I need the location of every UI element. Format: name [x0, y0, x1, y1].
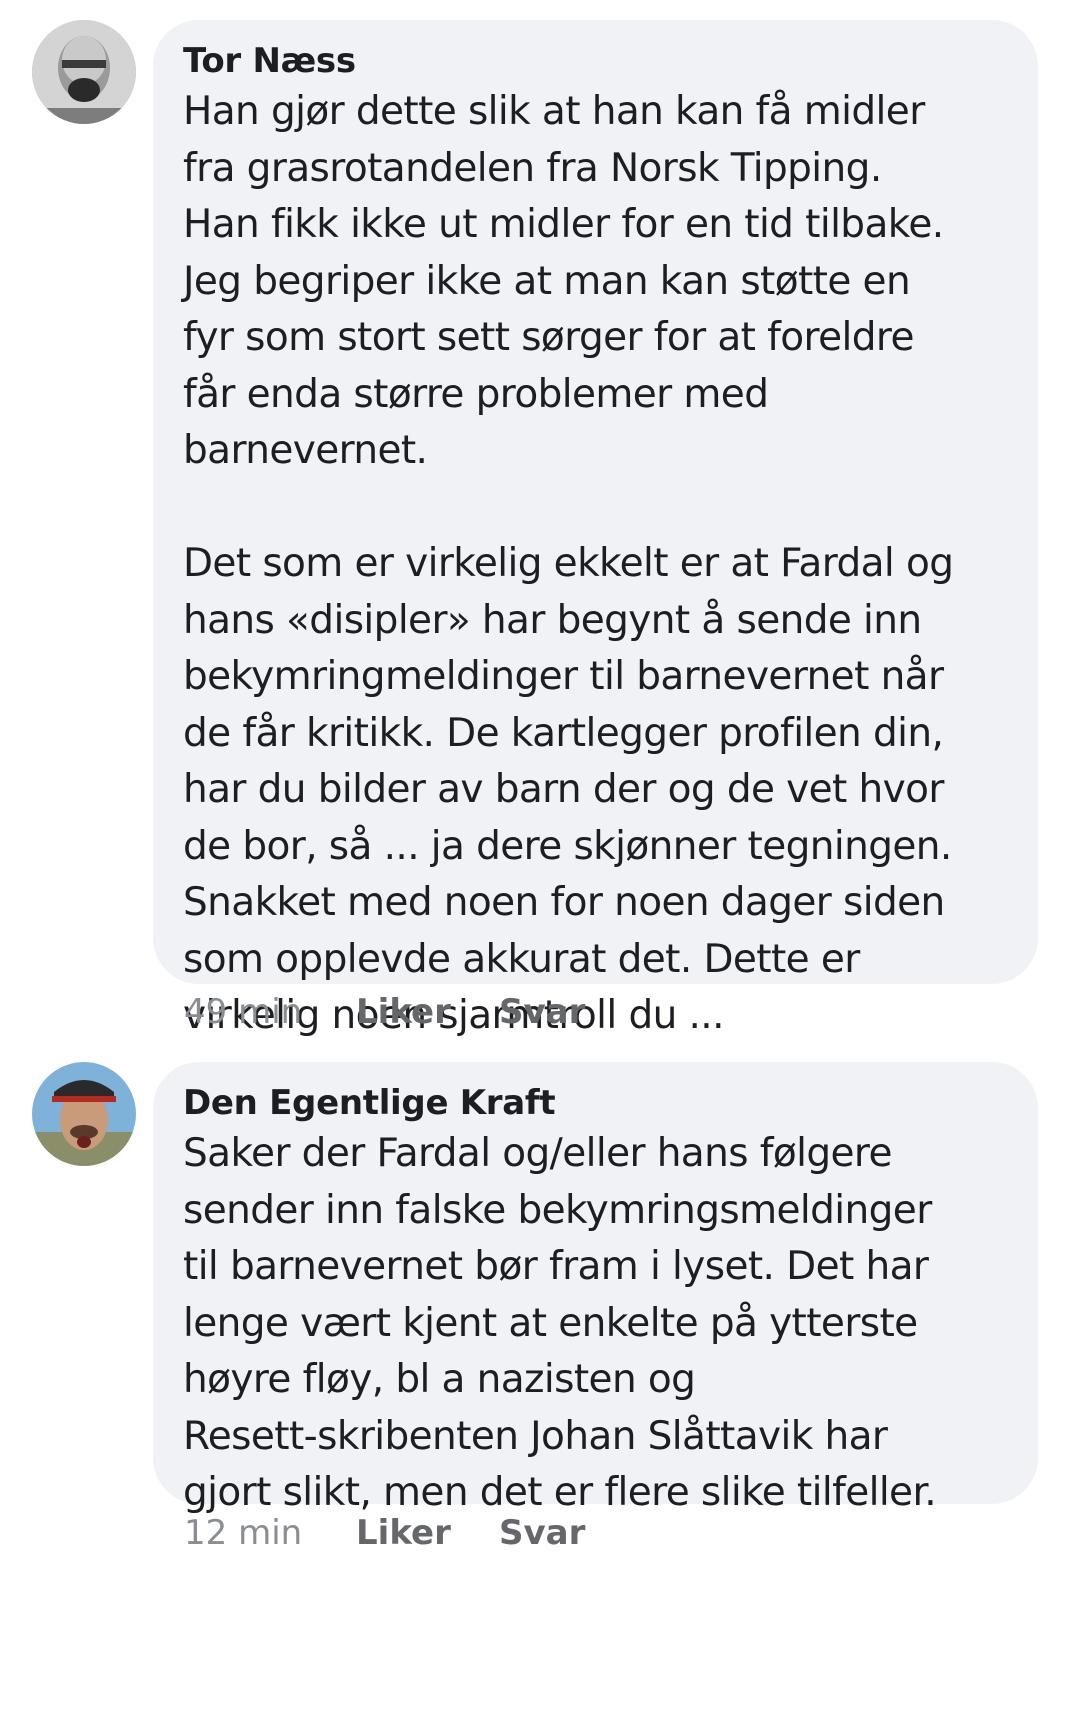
like-button[interactable]: Liker [356, 992, 499, 1032]
comment-author[interactable]: Den Egentlige Kraft [183, 1080, 1008, 1126]
avatar-tor-naess[interactable] [32, 20, 136, 124]
like-button[interactable]: Liker [356, 1513, 499, 1553]
comment-bubble: Den Egentlige Kraft Saker der Fardal og/… [153, 1062, 1038, 1515]
comment-timestamp[interactable]: 49 min [184, 992, 356, 1032]
reply-button[interactable]: Svar [499, 1513, 585, 1553]
avatar-den-egentlige-kraft[interactable] [32, 1062, 136, 1166]
profile-photo-icon [32, 1062, 136, 1166]
comment-actions: 49 min Liker Svar [184, 992, 585, 1032]
comment-text: Han gjør dette slik at han kan få midler… [183, 89, 954, 1038]
comment-author[interactable]: Tor Næss [183, 38, 1008, 84]
comment-bubble: Tor Næss Han gjør dette slik at han kan … [153, 20, 1038, 1038]
comment-timestamp[interactable]: 12 min [184, 1513, 356, 1553]
comment-actions: 12 min Liker Svar [184, 1513, 585, 1553]
comment-text: Saker der Fardal og/eller hans følgere s… [183, 1131, 937, 1515]
reply-button[interactable]: Svar [499, 992, 585, 1032]
profile-photo-icon [32, 20, 136, 124]
